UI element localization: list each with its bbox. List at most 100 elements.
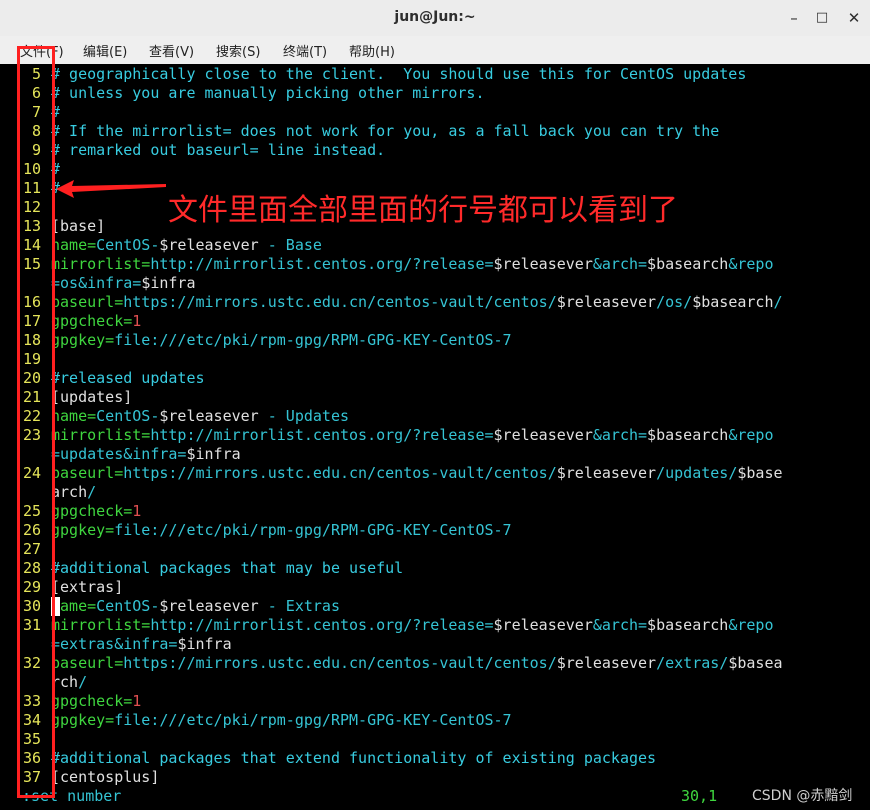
line-text-segment: 1 [132, 502, 142, 520]
line-text-segment: baseurl= [51, 293, 124, 311]
line-number-highlight-box [17, 46, 55, 798]
line-text-segment: 1 [132, 312, 142, 330]
line-text-segment: &arch= [592, 426, 648, 444]
line-text-segment: $basearch [647, 616, 729, 634]
window-title: jun@Jun:~ [394, 9, 476, 25]
line-text: baseurl=https://mirrors.ustc.edu.cn/cent… [51, 293, 783, 312]
line-text: gpgcheck=1 [51, 692, 141, 711]
line-text-segment: [centosplus] [51, 768, 160, 786]
line-text-segment: $releasever [159, 407, 259, 425]
menu-terminal[interactable]: 终端(T) [283, 41, 327, 60]
terminal-area[interactable]: 5 # geographically close to the client. Y… [0, 64, 870, 810]
line-text-segment: $base [737, 464, 783, 482]
line-text: name=CentOS-$releasever - Base [51, 236, 322, 255]
line-text-segment: &arch= [592, 255, 648, 273]
line-text-segment: mirrorlist= [51, 255, 151, 273]
menu-view[interactable]: 查看(V) [149, 41, 194, 60]
line-text: gpgkey=file:///etc/pki/rpm-gpg/RPM-GPG-K… [51, 331, 512, 350]
line-text-segment: $releasever [556, 654, 657, 672]
line-text-segment: baseurl= [51, 654, 124, 672]
line-text-segment: gpgcheck= [51, 502, 133, 520]
line-text-segment: gpgkey= [51, 521, 115, 539]
line-text: mirrorlist=http://mirrorlist.centos.org/… [51, 255, 773, 274]
line-text: #additional packages that may be useful [51, 559, 403, 578]
line-text-segment: =updates&infra= [51, 445, 187, 463]
line-text-segment: gpgcheck= [51, 312, 133, 330]
line-text-segment: [extras] [51, 578, 124, 596]
line-text-segment: http://mirrorlist.centos.org/?release= [150, 616, 494, 634]
line-text-segment: $basearch [647, 426, 729, 444]
line-text-segment: #additional packages that extend functio… [51, 749, 657, 767]
line-text-segment: arch [51, 483, 88, 501]
menu-bar: 文件(F) 编辑(E) 查看(V) 搜索(S) 终端(T) 帮助(H) [0, 36, 870, 65]
line-text-segment: baseurl= [51, 464, 124, 482]
line-text-segment: $releasever [493, 616, 593, 634]
line-text-segment: [updates] [51, 388, 133, 406]
line-text-segment: # unless you are manually picking other … [51, 84, 485, 102]
annotation-text: 文件里面全部里面的行号都可以看到了 [168, 193, 678, 228]
line-text-segment: /extras/ [656, 654, 729, 672]
line-text: #additional packages that extend functio… [51, 749, 656, 768]
line-text-segment: &repo [728, 255, 774, 273]
menu-edit[interactable]: 编辑(E) [83, 41, 127, 60]
line-text-segment: #additional packages that may be useful [51, 559, 404, 577]
line-text: # If the mirrorlist= does not work for y… [51, 122, 719, 141]
watermark: CSDN @赤黯剑 [752, 788, 853, 804]
line-text: arch/ [51, 483, 96, 502]
minimize-button[interactable]: – [782, 6, 806, 30]
line-text-segment: - Extras [258, 597, 340, 615]
line-text: # remarked out baseurl= line instead. [51, 141, 385, 160]
maximize-button[interactable]: □ [810, 6, 834, 30]
line-text-segment: $infra [186, 445, 241, 463]
line-text-segment: CentOS- [96, 236, 160, 254]
line-text-segment: $basearch [647, 255, 729, 273]
line-text-segment: $infra [177, 635, 232, 653]
line-text-segment: $releasever [493, 255, 593, 273]
line-text: #released updates [51, 369, 205, 388]
line-text: # geographically close to the client. Yo… [51, 65, 746, 84]
line-text-segment: mirrorlist= [51, 426, 151, 444]
line-text: baseurl=https://mirrors.ustc.edu.cn/cent… [51, 654, 783, 673]
line-text-segment: $releasever [493, 426, 593, 444]
menu-search[interactable]: 搜索(S) [216, 41, 260, 60]
line-text-segment: &repo [728, 426, 774, 444]
line-text-segment: https://mirrors.ustc.edu.cn/centos-vault… [123, 654, 557, 672]
line-text: [centosplus] [51, 768, 159, 787]
line-text: name=CentOS-$releasever - Extras [51, 597, 340, 616]
line-text-segment: /os/ [656, 293, 693, 311]
line-text-segment: $releasever [159, 597, 259, 615]
line-text-segment: name= [51, 236, 97, 254]
line-text-segment: CentOS- [96, 597, 160, 615]
line-text-segment: / [78, 673, 88, 691]
line-text-segment: gpgkey= [51, 331, 115, 349]
line-text: gpgcheck=1 [51, 502, 141, 521]
line-text-segment: =extras&infra= [51, 635, 178, 653]
line-text: rch/ [51, 673, 87, 692]
line-text-segment: http://mirrorlist.centos.org/?release= [150, 255, 494, 273]
line-text: gpgcheck=1 [51, 312, 141, 331]
line-text-segment: # remarked out baseurl= line instead. [51, 141, 386, 159]
line-text-segment: =os&infra= [51, 274, 142, 292]
line-text-segment: - Updates [258, 407, 350, 425]
line-text: gpgkey=file:///etc/pki/rpm-gpg/RPM-GPG-K… [51, 521, 512, 540]
close-button[interactable]: ✕ [842, 6, 866, 30]
menu-help[interactable]: 帮助(H) [349, 41, 395, 60]
line-text-segment: / [87, 483, 97, 501]
line-text: name=CentOS-$releasever - Updates [51, 407, 349, 426]
line-text-segment: $basea [728, 654, 783, 672]
line-text: mirrorlist=http://mirrorlist.centos.org/… [51, 616, 773, 635]
line-text-segment: $releasever [556, 464, 657, 482]
line-text: [base] [51, 217, 105, 236]
line-text-segment: https://mirrors.ustc.edu.cn/centos-vault… [123, 293, 557, 311]
line-text: =extras&infra=$infra [51, 635, 232, 654]
line-text-segment: $infra [141, 274, 196, 292]
line-text: =updates&infra=$infra [51, 445, 241, 464]
line-text-segment: $releasever [159, 236, 259, 254]
line-text-segment: mirrorlist= [51, 616, 151, 634]
line-text-segment: gpgcheck= [51, 692, 133, 710]
line-text-segment: /updates/ [656, 464, 738, 482]
line-text-segment: / [773, 293, 783, 311]
line-text: [extras] [51, 578, 123, 597]
window-titlebar: jun@Jun:~ – □ ✕ [0, 0, 870, 37]
line-text: # unless you are manually picking other … [51, 84, 484, 103]
